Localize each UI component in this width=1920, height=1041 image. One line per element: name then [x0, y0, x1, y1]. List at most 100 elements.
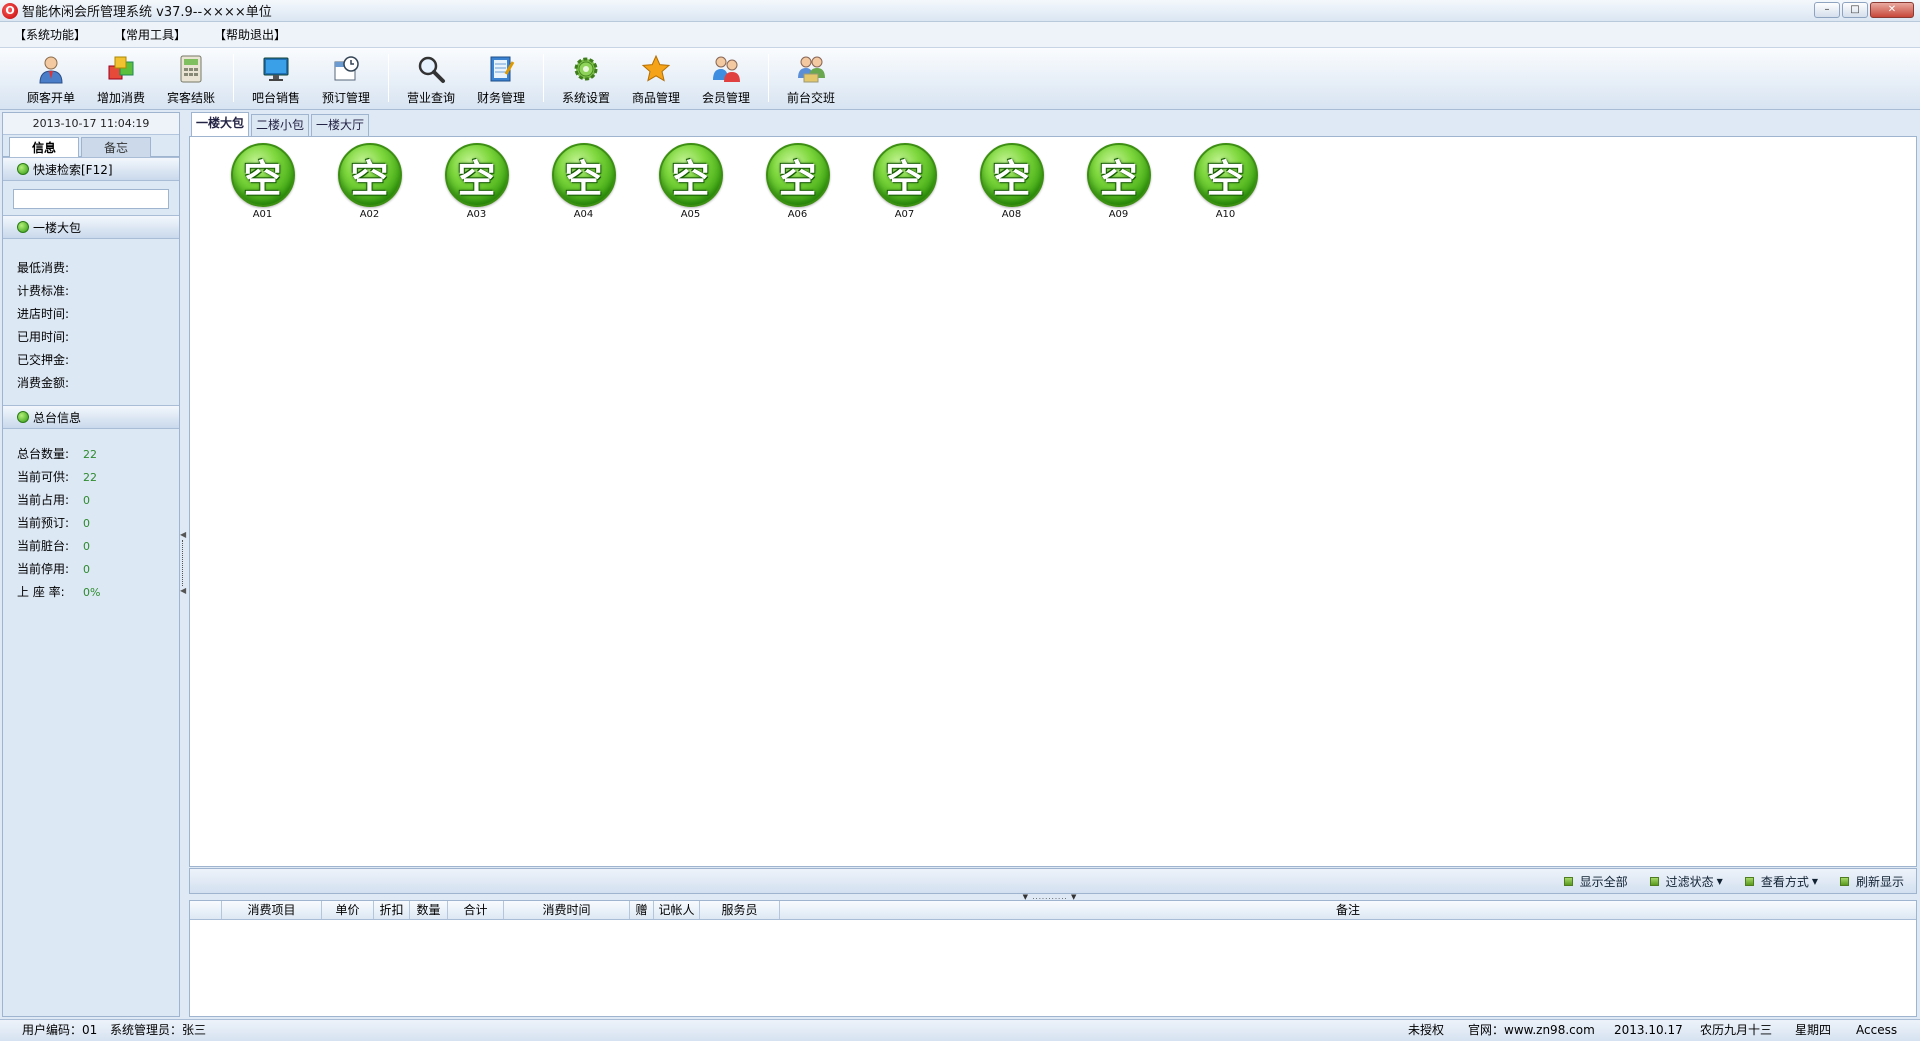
system-settings-button[interactable]: 系统设置	[551, 48, 621, 108]
dropdown-arrow-icon: ▼	[1811, 876, 1818, 886]
col-quantity[interactable]: 数量	[410, 901, 448, 919]
menu-help-exit[interactable]: 【帮助退出】	[214, 26, 286, 43]
goods-management-button[interactable]: 商品管理	[621, 48, 691, 108]
room-a10[interactable]: 空 A10	[1172, 143, 1279, 220]
room-free-icon: 空	[337, 143, 402, 207]
green-square-icon	[1563, 876, 1573, 886]
col-price[interactable]: 单价	[322, 901, 374, 919]
consumption-grid: 消费项目 单价 折扣 数量 合计 消费时间 赠 记帐人 服务员 备注	[189, 900, 1917, 1017]
tab-memo[interactable]: 备忘	[81, 137, 151, 157]
grid-header: 消费项目 单价 折扣 数量 合计 消费时间 赠 记帐人 服务员 备注	[190, 901, 1916, 920]
shift-handover-button[interactable]: 前台交班	[776, 48, 846, 108]
col-time[interactable]: 消费时间	[504, 901, 630, 919]
room-free-icon: 空	[872, 143, 937, 207]
floor-tabs: 一楼大包 二楼小包 一楼大厅	[189, 112, 1917, 136]
room-section-header: 一楼大包	[3, 215, 179, 239]
refresh-button[interactable]: 刷新显示	[1839, 873, 1904, 890]
room-free-icon: 空	[1086, 143, 1151, 207]
room-free-icon: 空	[765, 143, 830, 207]
green-square-icon	[1649, 876, 1659, 886]
room-a06[interactable]: 空 A06	[744, 143, 851, 220]
room-a08[interactable]: 空 A08	[958, 143, 1065, 220]
info-row: 消费金额:	[17, 376, 70, 390]
col-gift[interactable]: 赠	[630, 901, 654, 919]
room-a09[interactable]: 空 A09	[1065, 143, 1172, 220]
left-info-panel: 2013-10-17 11:04:19 信息 备忘 快速检索[F12] 一楼大包…	[2, 112, 180, 1017]
calendar-clock-icon	[331, 54, 361, 84]
close-button[interactable]: ✕	[1870, 2, 1914, 18]
panel-splitter-handle[interactable]: ◀ ◀	[180, 530, 187, 600]
col-remark[interactable]: 备注	[780, 901, 1916, 919]
notepad-icon	[486, 54, 516, 84]
toolbar-separator	[233, 54, 234, 102]
room-a04[interactable]: 空 A04	[530, 143, 637, 220]
col-waiter[interactable]: 服务员	[700, 901, 780, 919]
filter-status-dropdown[interactable]: 过滤状态 ▼	[1649, 873, 1723, 890]
tab-floor1-hall[interactable]: 一楼大厅	[311, 114, 370, 136]
minimize-button[interactable]: –	[1814, 2, 1840, 18]
room-name: A07	[894, 209, 915, 220]
menu-tools[interactable]: 【常用工具】	[114, 26, 186, 43]
room-a01[interactable]: 空 A01	[209, 143, 316, 220]
user-code: 用户编码：01	[22, 1023, 98, 1037]
tab-floor2-small[interactable]: 二楼小包	[251, 114, 310, 136]
reservation-button[interactable]: 预订管理	[311, 48, 381, 108]
tab-floor1-large[interactable]: 一楼大包	[191, 112, 250, 136]
app-logo-icon: O	[2, 2, 18, 19]
room-name: A04	[573, 209, 594, 220]
bar-sales-button[interactable]: 吧台销售	[241, 48, 311, 108]
col-recorder[interactable]: 记帐人	[654, 901, 700, 919]
col-item[interactable]: 消费项目	[222, 901, 322, 919]
website-link[interactable]: 官网：www.zn98.com	[1468, 1020, 1595, 1041]
green-dot-icon	[17, 411, 29, 423]
total-info-list: 总台数量: 22 当前可供: 22 当前占用: 0 当前预订: 0 当前脏台: 0 当前停…	[3, 429, 179, 610]
toolbar-separator	[388, 54, 389, 102]
current-datetime: 2013-10-17 11:04:19	[3, 113, 179, 135]
total-section-title: 总台信息	[33, 410, 82, 425]
status-date: 2013.10.17	[1614, 1023, 1683, 1037]
info-row: 计费标准:	[17, 284, 70, 298]
toolbar-separator	[768, 54, 769, 102]
room-a03[interactable]: 空 A03	[423, 143, 530, 220]
calculator-icon	[176, 54, 206, 84]
maximize-button[interactable]: □	[1842, 2, 1868, 18]
green-dot-icon	[17, 221, 29, 233]
col-selector[interactable]	[190, 901, 222, 919]
room-a02[interactable]: 空 A02	[316, 143, 423, 220]
status-bar: 用户编码：01 系统管理员：张三 未授权 官网：www.zn98.com 201…	[0, 1019, 1920, 1041]
business-query-button[interactable]: 营业查询	[396, 48, 466, 108]
open-order-button[interactable]: 顾客开单	[16, 48, 86, 108]
room-name: A06	[787, 209, 808, 220]
collapse-left-icon: ◀	[180, 586, 187, 595]
room-name: A08	[1001, 209, 1022, 220]
add-consumption-button[interactable]: 增加消费	[86, 48, 156, 108]
info-row: 当前预订: 0	[17, 516, 90, 530]
col-discount[interactable]: 折扣	[374, 901, 410, 919]
toolbar-separator	[543, 54, 544, 102]
info-row: 最低消费:	[17, 261, 70, 275]
menu-system[interactable]: 【系统功能】	[14, 26, 86, 43]
room-free-icon: 空	[230, 143, 295, 207]
checkout-button[interactable]: 宾客结账	[156, 48, 226, 108]
green-square-icon	[1744, 876, 1754, 886]
tab-info[interactable]: 信息	[9, 137, 79, 157]
dropdown-arrow-icon: ▼	[1716, 876, 1723, 886]
green-dot-icon	[17, 163, 29, 175]
handover-icon	[796, 54, 826, 84]
green-square-icon	[1839, 876, 1849, 886]
add-consumption-icon	[106, 54, 136, 84]
room-a05[interactable]: 空 A05	[637, 143, 744, 220]
room-a07[interactable]: 空 A07	[851, 143, 958, 220]
gear-icon	[571, 54, 601, 84]
view-mode-dropdown[interactable]: 查看方式 ▼	[1744, 873, 1818, 890]
finance-button[interactable]: 财务管理	[466, 48, 536, 108]
star-icon	[641, 54, 671, 84]
quick-search-title: 快速检索[F12]	[33, 162, 113, 177]
show-all-button[interactable]: 显示全部	[1563, 873, 1628, 890]
room-name: A02	[359, 209, 380, 220]
quick-search-header: 快速检索[F12]	[3, 157, 179, 181]
room-free-icon: 空	[1193, 143, 1258, 207]
col-total[interactable]: 合计	[448, 901, 504, 919]
member-management-button[interactable]: 会员管理	[691, 48, 761, 108]
quick-search-input[interactable]	[13, 189, 169, 209]
